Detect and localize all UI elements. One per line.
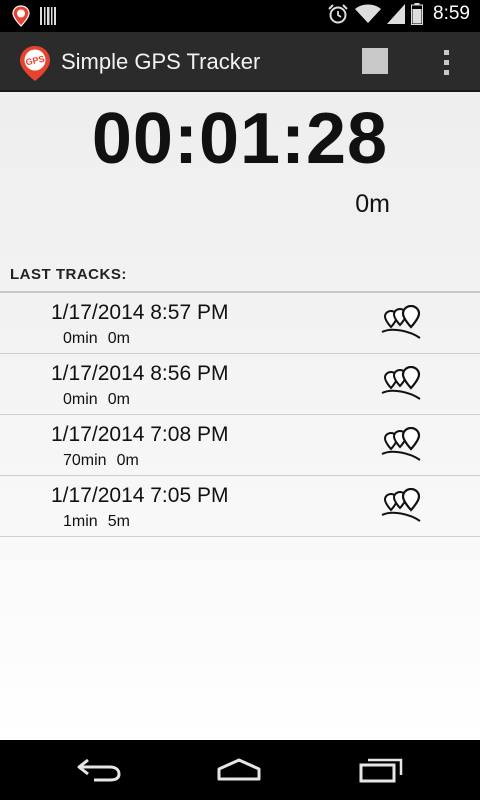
alarm-icon [328, 4, 348, 24]
status-bar-notifications [12, 5, 56, 27]
track-row[interactable]: 1/17/2014 7:08 PM 70min 0m [0, 415, 480, 476]
status-bar: 8:59 [0, 0, 480, 32]
track-meta: 0min 0m [63, 391, 140, 409]
track-meta: 1min 5m [63, 513, 140, 531]
track-date: 1/17/2014 8:57 PM [51, 301, 229, 324]
route-map-icon[interactable] [380, 305, 424, 341]
overflow-dot [443, 59, 449, 65]
action-bar: GPS Simple GPS Tracker [0, 32, 480, 92]
navigation-bar [0, 740, 480, 800]
track-meta: 70min 0m [63, 452, 149, 470]
home-icon[interactable] [214, 754, 264, 786]
track-date: 1/17/2014 8:56 PM [51, 362, 229, 385]
track-distance: 0m [107, 330, 130, 347]
wifi-icon [355, 4, 382, 23]
route-map-icon[interactable] [380, 427, 424, 463]
overflow-dot [443, 69, 449, 75]
main-content: 00:01:28 0m LAST TRACKS: 1/17/2014 8:57 … [0, 92, 480, 740]
app-logo-icon[interactable]: GPS [18, 44, 52, 82]
recent-apps-icon[interactable] [356, 754, 406, 786]
app-title: Simple GPS Tracker [61, 49, 261, 74]
track-row[interactable]: 1/17/2014 7:05 PM 1min 5m [0, 476, 480, 537]
track-list: 1/17/2014 8:57 PM 0min 0m 1/17/2014 8:56 … [0, 293, 480, 537]
track-duration: 70min [63, 452, 107, 469]
barcode-icon [40, 7, 56, 25]
current-distance: 0m [355, 190, 390, 218]
stop-icon[interactable] [362, 48, 388, 74]
gps-notification-icon [12, 5, 30, 27]
battery-icon [411, 3, 424, 25]
status-time: 8:59 [433, 3, 470, 24]
overflow-dot [443, 49, 449, 55]
back-icon[interactable] [74, 754, 124, 786]
route-map-icon[interactable] [380, 488, 424, 524]
track-duration: 1min [63, 513, 98, 530]
track-date: 1/17/2014 7:08 PM [51, 423, 229, 446]
overflow-menu-button[interactable] [430, 32, 462, 92]
track-duration: 0min [63, 391, 98, 408]
track-row[interactable]: 1/17/2014 8:57 PM 0min 0m [0, 293, 480, 354]
track-distance: 0m [116, 452, 139, 469]
track-row[interactable]: 1/17/2014 8:56 PM 0min 0m [0, 354, 480, 415]
route-map-icon[interactable] [380, 366, 424, 402]
elapsed-timer: 00:01:28 [91, 99, 389, 179]
track-duration: 0min [63, 330, 98, 347]
signal-icon [387, 4, 406, 24]
last-tracks-header: LAST TRACKS: [10, 266, 127, 283]
track-distance: 5m [107, 513, 130, 530]
track-date: 1/17/2014 7:05 PM [51, 484, 229, 507]
track-distance: 0m [107, 391, 130, 408]
status-bar-system: 8:59 [327, 3, 470, 25]
track-meta: 0min 0m [63, 330, 140, 348]
